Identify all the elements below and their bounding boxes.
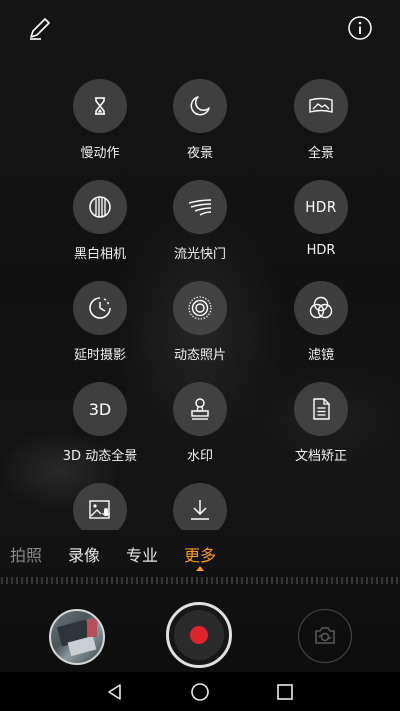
mode-label: 水印 <box>186 449 213 464</box>
mode-icon-circle <box>173 382 227 436</box>
3d-panorama-icon: 3D <box>88 399 112 419</box>
record-dot <box>190 626 208 644</box>
home-circle-icon <box>191 683 209 701</box>
mode-icon-circle <box>73 281 127 335</box>
stamp-icon <box>191 398 209 420</box>
mode-light-painting[interactable]: 流光快门 <box>140 180 260 262</box>
camera-mode-tabs: 拍照 录像 专业 更多 <box>0 542 400 568</box>
mode-label: 文档矫正 <box>294 449 347 464</box>
info-icon <box>348 16 372 40</box>
switch-camera-icon <box>315 627 335 644</box>
hourglass-icon <box>95 97 105 115</box>
gallery-thumbnail[interactable] <box>49 609 105 665</box>
mode-icon-circle <box>173 281 227 335</box>
mode-download-more[interactable] <box>140 483 260 530</box>
system-navigation-bar <box>0 672 400 711</box>
pencil-icon <box>30 18 50 40</box>
mode-hdr[interactable]: HDR HDR <box>261 180 381 258</box>
mode-label: 流光快门 <box>173 247 226 262</box>
tab-more[interactable]: 更多 <box>184 542 216 566</box>
timelapse-icon <box>89 297 111 319</box>
mode-watermark[interactable]: 水印 <box>140 382 260 464</box>
mode-document-correction[interactable]: 文档矫正 <box>261 382 381 464</box>
mode-icon-circle <box>173 79 227 133</box>
nav-home-button[interactable] <box>188 680 212 704</box>
nav-back-button[interactable] <box>103 680 127 704</box>
nav-recents-button[interactable] <box>273 680 297 704</box>
document-icon <box>313 398 330 420</box>
shutter-inner <box>174 610 224 660</box>
mode-filter[interactable]: 滤镜 <box>261 281 381 363</box>
moon-icon <box>190 96 210 116</box>
monochrome-icon <box>89 196 111 218</box>
mode-icon-circle <box>73 483 127 530</box>
mode-moving-picture[interactable]: 动态照片 <box>140 281 260 363</box>
mode-label: 动态照片 <box>173 348 226 363</box>
mode-icon-circle <box>294 281 348 335</box>
edit-modes-button[interactable] <box>24 12 56 44</box>
light-trail-icon <box>188 199 212 216</box>
mode-grid: 慢动作 夜景 全景 黑白相机 流光快门 HDR HDR 延时摄影 动态照片 滤镜… <box>0 75 400 530</box>
recents-square-icon <box>277 684 293 700</box>
record-shutter-button[interactable] <box>166 602 232 668</box>
switch-camera-button[interactable] <box>298 609 352 663</box>
mode-panorama[interactable]: 全景 <box>261 79 381 161</box>
tick-ruler <box>1 577 398 584</box>
mode-icon-circle <box>73 180 127 234</box>
mode-label: 滤镜 <box>307 348 334 363</box>
mode-label: HDR <box>306 243 336 258</box>
mode-icon-circle <box>294 79 348 133</box>
tab-pro[interactable]: 专业 <box>126 542 158 566</box>
mode-label: 全景 <box>307 146 334 161</box>
mode-label: 夜景 <box>186 146 213 161</box>
filter-icon <box>309 296 333 319</box>
tab-photo[interactable]: 拍照 <box>10 542 42 566</box>
mode-icon-circle <box>173 180 227 234</box>
tab-video[interactable]: 录像 <box>68 542 100 566</box>
hdr-icon: HDR <box>305 198 337 216</box>
image-audio-icon <box>89 500 110 519</box>
mode-icon-circle <box>294 382 348 436</box>
mode-icon-circle <box>173 483 227 530</box>
back-triangle-icon <box>108 684 121 700</box>
mode-night[interactable]: 夜景 <box>140 79 260 161</box>
panorama-icon <box>309 97 333 113</box>
mode-icon-circle <box>73 79 127 133</box>
mode-icon-circle: 3D <box>73 382 127 436</box>
mode-icon-circle: HDR <box>294 180 348 234</box>
thumbnail-content <box>87 619 97 637</box>
moving-picture-icon <box>188 296 212 320</box>
download-icon <box>191 500 209 520</box>
info-button[interactable] <box>344 12 376 44</box>
top-bar <box>0 0 400 56</box>
active-tab-indicator <box>196 566 204 571</box>
